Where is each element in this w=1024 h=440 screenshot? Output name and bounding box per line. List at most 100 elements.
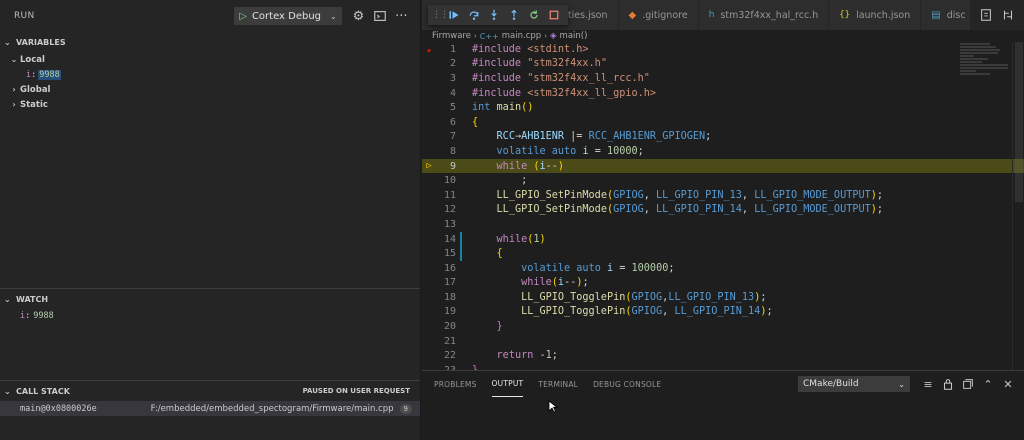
line-number: 7 (449, 131, 456, 143)
debug-toolbar: ⋮⋮ (428, 5, 568, 25)
modified-line-marker (460, 246, 462, 261)
breadcrumb-folder[interactable]: Firmware (432, 31, 471, 41)
code-line[interactable]: 23} (422, 363, 1024, 370)
tab-terminal[interactable]: TERMINAL (538, 371, 578, 397)
code-line[interactable]: 7 RCC→AHB1ENR |= RCC_AHB1ENR_GPIOGEN; (422, 130, 1024, 145)
code-line[interactable]: 8 volatile auto i = 10000; (422, 144, 1024, 159)
code-editor[interactable]: ● 1 #include <stdint.h> 2 #include "stm32f4x… (422, 42, 1024, 370)
code-line[interactable]: 11 LL_GPIO_SetPinMode(GPIOG, LL_GPIO_PIN… (422, 188, 1024, 203)
code-text: LL_GPIO_SetPinMode(GPIOG, LL_GPIO_PIN_14… (496, 204, 884, 216)
output-channel-value: CMake/Build (803, 379, 859, 389)
braces-icon: {} (839, 10, 851, 20)
debug-header: RUN ▷ Cortex Debug ⌄ ⚙ ··· (0, 0, 420, 32)
breakpoint-icon[interactable]: ● (422, 45, 436, 54)
code-line[interactable]: 10 ; (422, 173, 1024, 188)
code-text: return -1; (496, 350, 558, 362)
code-line[interactable]: ▷ 9 while (i--) (422, 158, 1024, 174)
line-number: 20 (443, 321, 456, 333)
scrollbar-thumb[interactable] (1015, 42, 1023, 202)
code-line[interactable]: 13 (422, 217, 1024, 232)
line-number: 13 (443, 218, 456, 230)
code-line[interactable]: 21 (422, 334, 1024, 349)
callstack-frame[interactable]: main@0x0800026e F:/embedded/embedded_spe… (0, 401, 420, 416)
line-number: 21 (443, 335, 456, 347)
split-editor-icon[interactable] (1019, 4, 1024, 26)
callstack-section-header[interactable]: ⌄ CALL STACK PAUSED ON USER REQUEST (0, 381, 420, 401)
code-text: volatile auto i = 100000; (521, 262, 675, 274)
code-line[interactable]: 22 return -1; (422, 348, 1024, 363)
code-text: { (472, 116, 479, 128)
compare-icon[interactable] (997, 4, 1019, 26)
close-icon[interactable]: ✕ (998, 373, 1018, 395)
sidebar-title: RUN (14, 11, 35, 21)
more-icon[interactable]: ··· (391, 5, 412, 27)
chevron-up-icon[interactable]: ⌃ (978, 373, 998, 395)
tab-problems[interactable]: PROBLEMS (434, 371, 477, 397)
line-number: 8 (449, 145, 456, 157)
chevron-down-icon: ⌄ (4, 294, 11, 304)
variable-value[interactable]: 9988 (38, 69, 61, 80)
output-channel-select[interactable]: CMake/Build ⌄ (798, 376, 910, 392)
code-text: int main() (472, 102, 534, 114)
lock-icon[interactable] (938, 373, 958, 395)
breadcrumb-symbol[interactable]: main() (560, 31, 588, 41)
watch-title: WATCH (16, 294, 49, 304)
clear-output-icon[interactable]: ≡ (918, 373, 938, 395)
drag-handle-icon[interactable]: ⋮⋮ (432, 10, 449, 20)
editor-scrollbar[interactable] (1012, 42, 1024, 370)
chevron-down-icon: ⌄ (329, 11, 337, 21)
minimap[interactable] (960, 42, 1010, 82)
play-icon[interactable]: ▷ (239, 11, 247, 22)
breadcrumb-file[interactable]: main.cpp (502, 31, 541, 41)
variables-section-header[interactable]: ⌄ VARIABLES (0, 32, 420, 52)
debug-console-icon[interactable] (369, 5, 390, 27)
scope-label: Global (20, 84, 51, 95)
step-over-icon[interactable] (464, 6, 484, 24)
tab-debug-console[interactable]: DEBUG CONSOLE (593, 371, 661, 397)
scope-local[interactable]: ⌄ Local (0, 52, 420, 67)
tab-hal-rcc-h[interactable]: h stm32f4xx_hal_rcc.h (698, 0, 830, 30)
code-line[interactable]: 12 LL_GPIO_SetPinMode(GPIOG, LL_GPIO_PIN… (422, 203, 1024, 218)
code-line[interactable]: 5 int main() (422, 100, 1024, 115)
code-line[interactable]: 3 #include "stm32f4xx_ll_rcc.h" (422, 71, 1024, 86)
code-text: while (i--) (496, 160, 565, 172)
code-line[interactable]: 18 LL_GPIO_TogglePin(GPIOG,LL_GPIO_PIN_1… (422, 290, 1024, 305)
code-text: LL_GPIO_SetPinMode(GPIOG, LL_GPIO_PIN_13… (496, 189, 884, 201)
tab-output[interactable]: OUTPUT (491, 371, 524, 397)
maximize-panel-icon[interactable] (958, 373, 978, 395)
code-text: { (496, 248, 503, 260)
code-line[interactable]: 6{ (422, 115, 1024, 130)
code-line[interactable]: ● 1 #include <stdint.h> (422, 42, 1024, 57)
step-out-icon[interactable] (504, 6, 524, 24)
code-line[interactable]: 19 LL_GPIO_TogglePin(GPIOG, LL_GPIO_PIN_… (422, 305, 1024, 320)
function-icon: ◈ (550, 31, 557, 41)
code-line[interactable]: 17 while(i--); (422, 276, 1024, 291)
variable-separator: : (31, 69, 37, 80)
code-line[interactable]: 16 volatile auto i = 100000; (422, 261, 1024, 276)
step-into-icon[interactable] (484, 6, 504, 24)
execution-pointer-icon[interactable]: ▷ (422, 161, 436, 171)
launch-config-select[interactable]: ▷ Cortex Debug ⌄ (234, 7, 342, 25)
tab-disc[interactable]: ▤ disc (921, 0, 971, 30)
gear-icon[interactable]: ⚙ (348, 5, 369, 27)
code-line[interactable]: 4 #include <stm32f4xx_ll_gpio.h> (422, 86, 1024, 101)
variable-row[interactable]: i : 9988 (0, 67, 420, 82)
watch-item[interactable]: i : 9988 (0, 309, 420, 323)
restart-icon[interactable] (524, 6, 544, 24)
tab-launch-json[interactable]: {} launch.json (829, 0, 922, 30)
scope-static[interactable]: › Static (0, 97, 420, 112)
code-line[interactable]: 14 while(1) (422, 231, 1024, 247)
header-icon: h (708, 10, 715, 20)
stop-icon[interactable] (544, 6, 564, 24)
code-line[interactable]: 20 } (422, 319, 1024, 334)
watch-section-header[interactable]: ⌄ WATCH (0, 289, 420, 309)
code-line[interactable]: 2 #include "stm32f4xx.h" (422, 57, 1024, 72)
tab-gitignore[interactable]: ◆ .gitignore (618, 0, 699, 30)
scope-global[interactable]: › Global (0, 82, 420, 97)
chevron-right-icon: › (12, 85, 16, 94)
code-line[interactable]: 15 { (422, 246, 1024, 261)
open-changes-icon[interactable] (975, 4, 997, 26)
chevron-down-icon: ⌄ (898, 379, 905, 389)
continue-icon[interactable] (444, 6, 464, 24)
code-text: while(1) (496, 233, 546, 245)
